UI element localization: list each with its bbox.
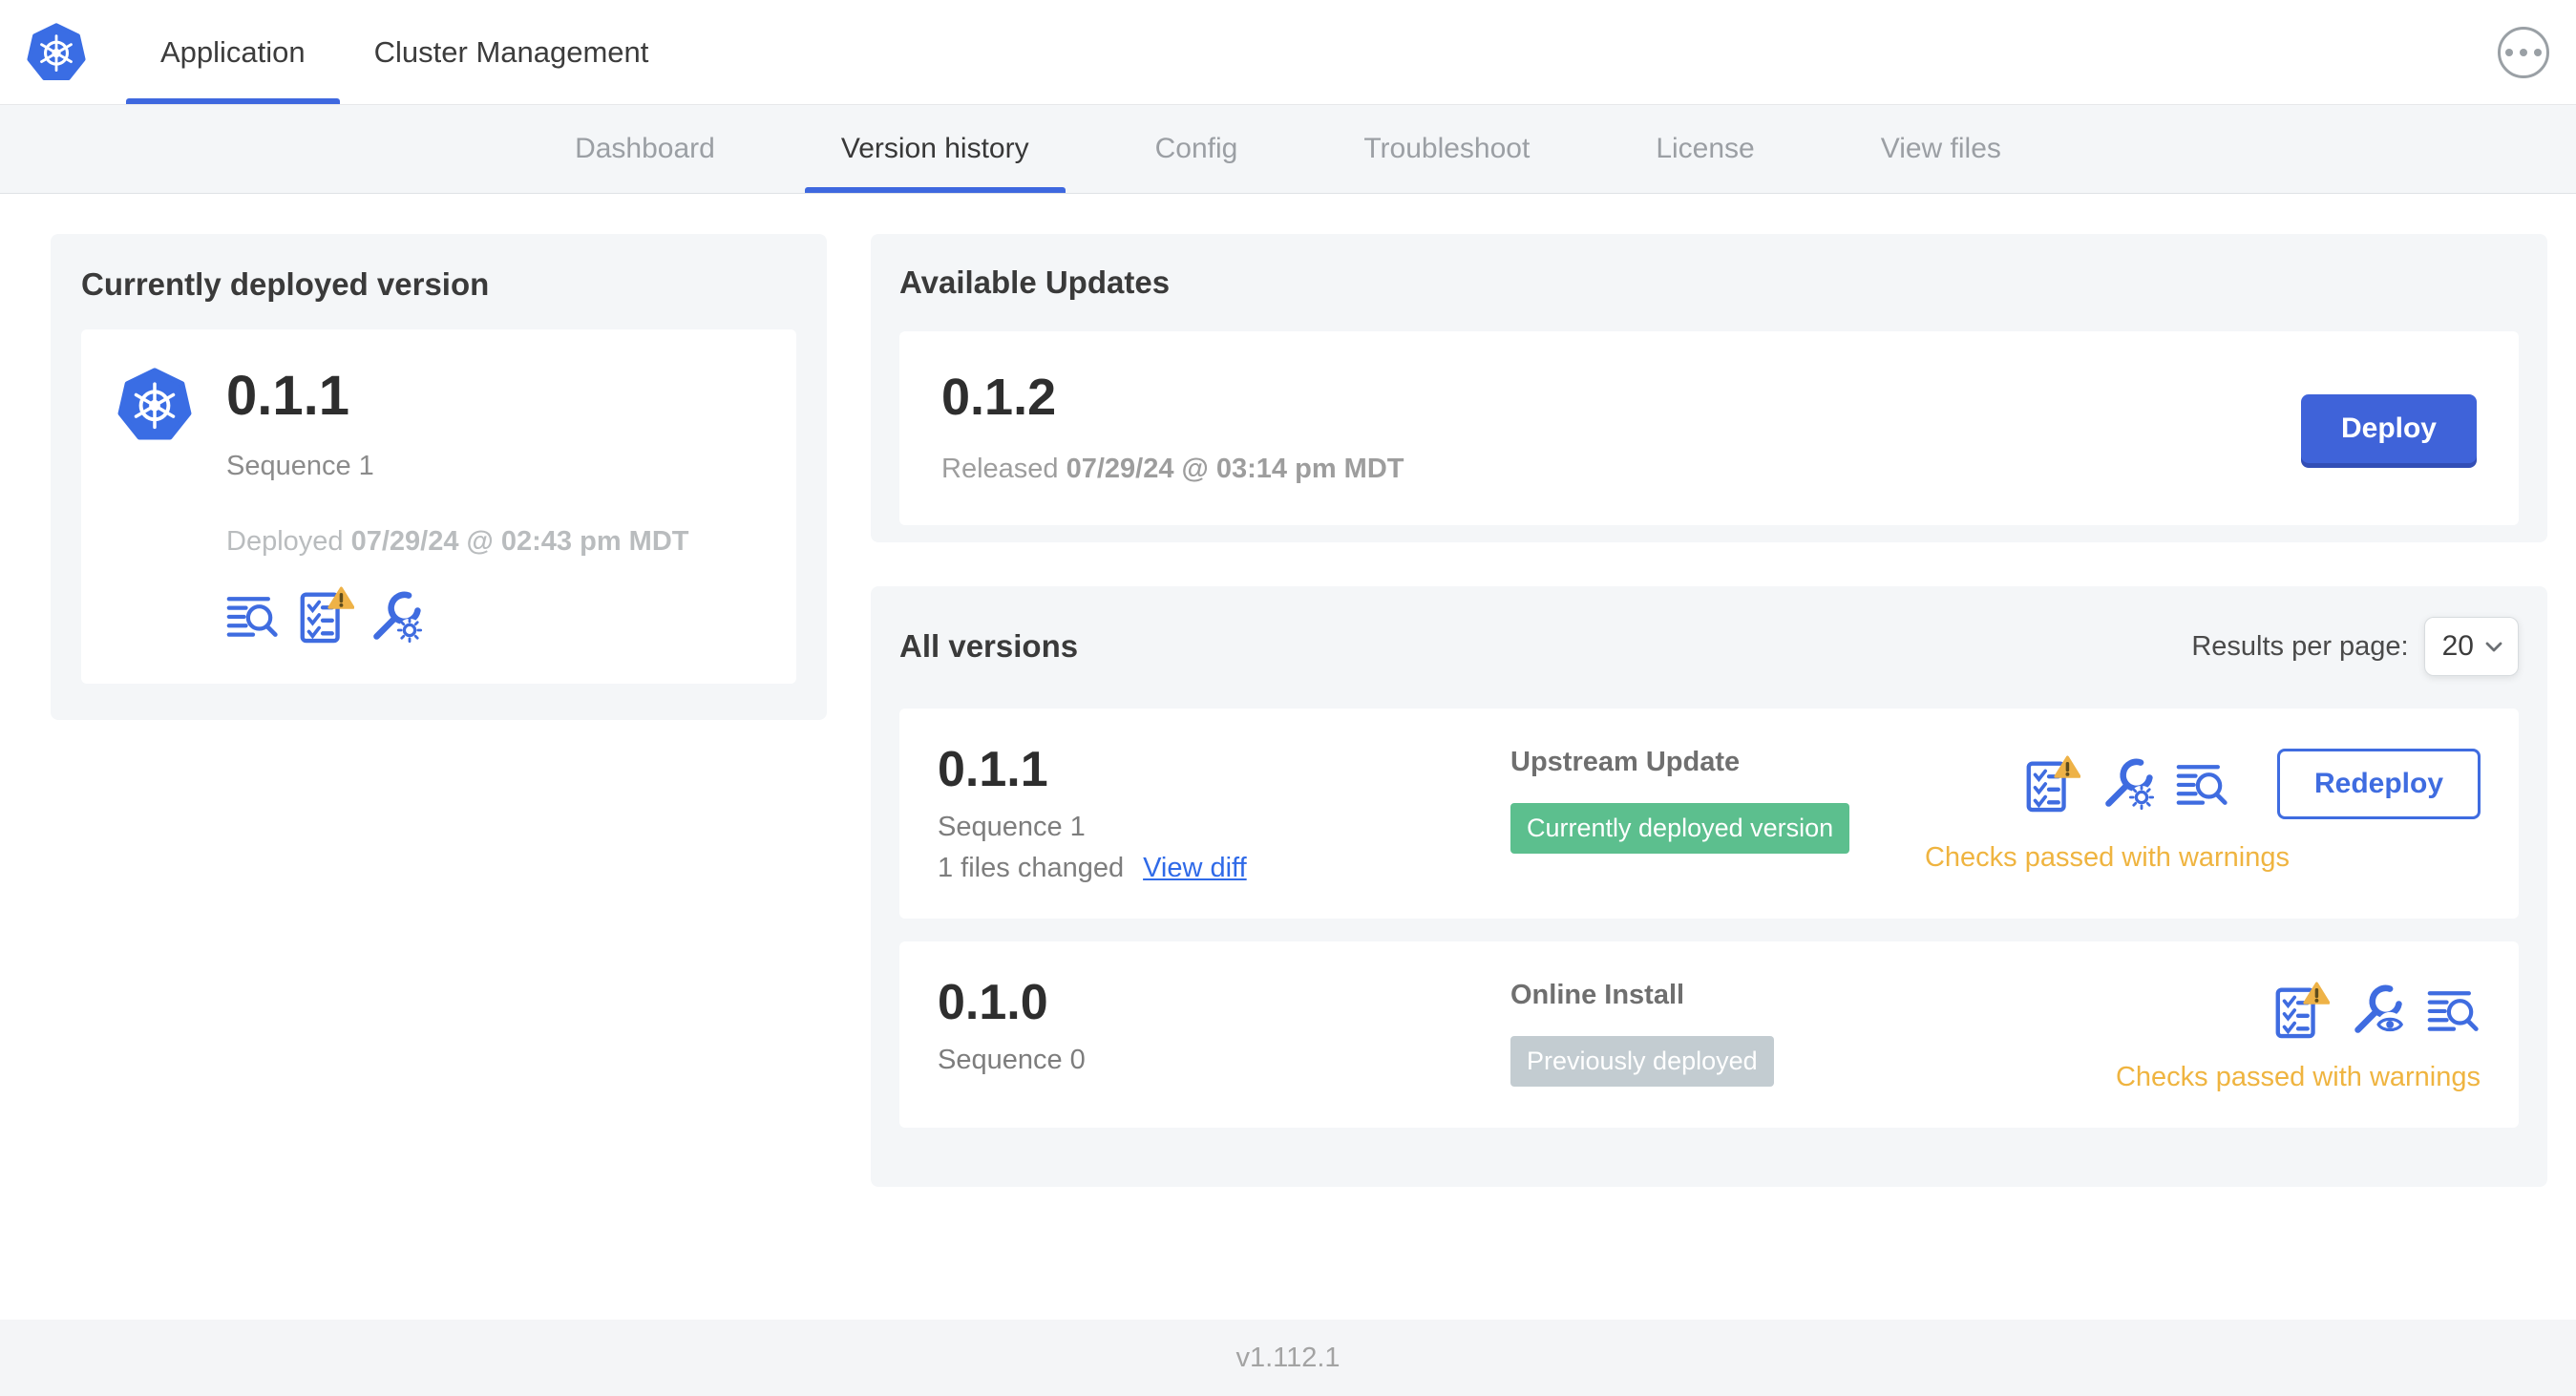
current-version-deployed: Deployed 07/29/24 @ 02:43 pm MDT — [226, 526, 688, 558]
results-per-page: Results per page: 20 — [2191, 617, 2519, 676]
available-update-card: 0.1.2 Released 07/29/24 @ 03:14 pm MDT D… — [899, 331, 2519, 525]
current-version-panel: Currently deployed version 0.1.1 Sequenc… — [51, 234, 827, 720]
results-per-page-value: 20 — [2441, 630, 2474, 662]
version-info: 0.1.1 Sequence 1 1 files changed View di… — [938, 743, 1510, 884]
version-source-label: Upstream Update — [1510, 747, 1741, 777]
tab-view-files-label: View files — [1880, 133, 2001, 164]
release-notes-icon[interactable] — [2427, 983, 2481, 1038]
results-per-page-label: Results per page: — [2191, 630, 2409, 662]
tab-cluster-management[interactable]: Cluster Management — [340, 0, 684, 104]
current-version-card: 0.1.1 Sequence 1 Deployed 07/29/24 @ 02:… — [81, 329, 796, 684]
current-version-column: Currently deployed version 0.1.1 Sequenc… — [51, 234, 827, 720]
ellipsis-icon — [2505, 48, 2513, 56]
redeploy-button[interactable]: Redeploy — [2276, 749, 2481, 819]
kubernetes-logo-icon — [27, 23, 86, 82]
deployed-date: 07/29/24 @ 02:43 pm MDT — [350, 525, 689, 557]
current-version-sequence: Sequence 1 — [226, 450, 374, 481]
available-version-number: 0.1.2 — [941, 369, 1057, 426]
app-logo — [27, 0, 86, 104]
chevron-down-icon — [2485, 642, 2502, 652]
app-header: Application Cluster Management — [0, 0, 2576, 105]
version-number: 0.1.0 — [938, 975, 1048, 1031]
all-versions-title: All versions — [899, 628, 1079, 664]
updates-column: Available Updates 0.1.2 Released 07/29/2… — [871, 234, 2547, 1188]
main-content: Currently deployed version 0.1.1 Sequenc… — [0, 194, 2576, 1188]
app-subnav: Dashboard Version history Config Trouble… — [0, 105, 2576, 194]
version-row-0-1-1: 0.1.1 Sequence 1 1 files changed View di… — [899, 709, 2519, 920]
tab-view-files[interactable]: View files — [1845, 105, 2038, 193]
edit-config-icon[interactable] — [2101, 757, 2155, 811]
status-badge: Currently deployed version — [1510, 803, 1850, 854]
deployed-prefix: Deployed — [226, 525, 344, 557]
version-actions: Redeploy Checks passed with warnings — [1925, 743, 2481, 874]
tab-config[interactable]: Config — [1119, 105, 1275, 193]
preflight-checks-warning-icon[interactable] — [2021, 755, 2080, 813]
version-source-label: Online Install — [1510, 980, 1685, 1011]
preflight-status-text: Checks passed with warnings — [2115, 1062, 2481, 1093]
tab-application-label: Application — [160, 34, 306, 69]
tab-troubleshoot[interactable]: Troubleshoot — [1327, 105, 1566, 193]
current-version-details: 0.1.1 Sequence 1 Deployed 07/29/24 @ 02:… — [226, 365, 688, 644]
status-badge: Previously deployed — [1510, 1036, 1774, 1088]
preflight-checks-warning-icon[interactable] — [2270, 982, 2330, 1039]
current-version-number: 0.1.1 — [226, 365, 349, 427]
version-sequence: Sequence 1 — [938, 812, 1086, 843]
release-notes-icon[interactable] — [2176, 756, 2229, 812]
released-date: 07/29/24 @ 03:14 pm MDT — [1066, 454, 1404, 484]
console-version: v1.112.1 — [1235, 1342, 1341, 1373]
preflight-status-text: Checks passed with warnings — [1924, 842, 2290, 873]
current-version-actions — [226, 586, 688, 644]
release-notes-icon[interactable] — [226, 588, 280, 644]
edit-config-icon[interactable] — [370, 590, 423, 644]
overflow-menu-button[interactable] — [2498, 26, 2549, 78]
tab-cluster-management-label: Cluster Management — [373, 34, 649, 69]
version-source: Online Install Previously deployed — [1510, 976, 2116, 1088]
all-versions-header: All versions Results per page: 20 — [899, 617, 2519, 676]
tab-troubleshoot-label: Troubleshoot — [1363, 133, 1531, 164]
available-version-released: Released 07/29/24 @ 03:14 pm MDT — [941, 454, 1404, 485]
tab-version-history-label: Version history — [840, 133, 1029, 164]
header-tabs: Application Cluster Management — [126, 0, 683, 104]
tab-application[interactable]: Application — [126, 0, 340, 104]
released-prefix: Released — [941, 454, 1059, 484]
version-info: 0.1.0 Sequence 0 — [938, 976, 1510, 1076]
all-versions-panel: All versions Results per page: 20 0.1.1 … — [871, 586, 2547, 1188]
header-right — [2498, 0, 2549, 104]
tab-dashboard-label: Dashboard — [575, 133, 715, 164]
kubernetes-logo-icon — [117, 368, 192, 442]
tab-version-history[interactable]: Version history — [804, 105, 1066, 193]
results-per-page-select[interactable]: 20 — [2423, 617, 2519, 676]
view-diff-link[interactable]: View diff — [1143, 853, 1247, 884]
view-config-icon[interactable] — [2351, 984, 2406, 1037]
available-updates-panel: Available Updates 0.1.2 Released 07/29/2… — [871, 234, 2547, 542]
tab-license-label: License — [1656, 133, 1755, 164]
current-version-title: Currently deployed version — [81, 266, 490, 302]
tab-config-label: Config — [1154, 133, 1238, 164]
version-sequence: Sequence 0 — [938, 1045, 1086, 1076]
files-changed-label: 1 files changed — [938, 853, 1125, 884]
version-row-0-1-0: 0.1.0 Sequence 0 Online Install Previous… — [899, 941, 2519, 1129]
version-files-changed: 1 files changed View diff — [938, 853, 1510, 884]
tab-license[interactable]: License — [1619, 105, 1790, 193]
available-updates-title: Available Updates — [899, 264, 1171, 300]
available-update-info: 0.1.2 Released 07/29/24 @ 03:14 pm MDT — [941, 371, 1404, 485]
version-actions: Checks passed with warnings — [2116, 976, 2481, 1093]
deploy-button[interactable]: Deploy — [2300, 393, 2477, 463]
preflight-checks-warning-icon[interactable] — [295, 586, 354, 644]
version-action-icons — [2270, 982, 2481, 1039]
app-footer: v1.112.1 — [0, 1320, 2576, 1396]
version-source: Upstream Update Currently deployed versi… — [1510, 743, 1925, 854]
version-number: 0.1.1 — [938, 742, 1048, 797]
version-action-icons: Redeploy — [2021, 749, 2481, 819]
tab-dashboard[interactable]: Dashboard — [538, 105, 751, 193]
